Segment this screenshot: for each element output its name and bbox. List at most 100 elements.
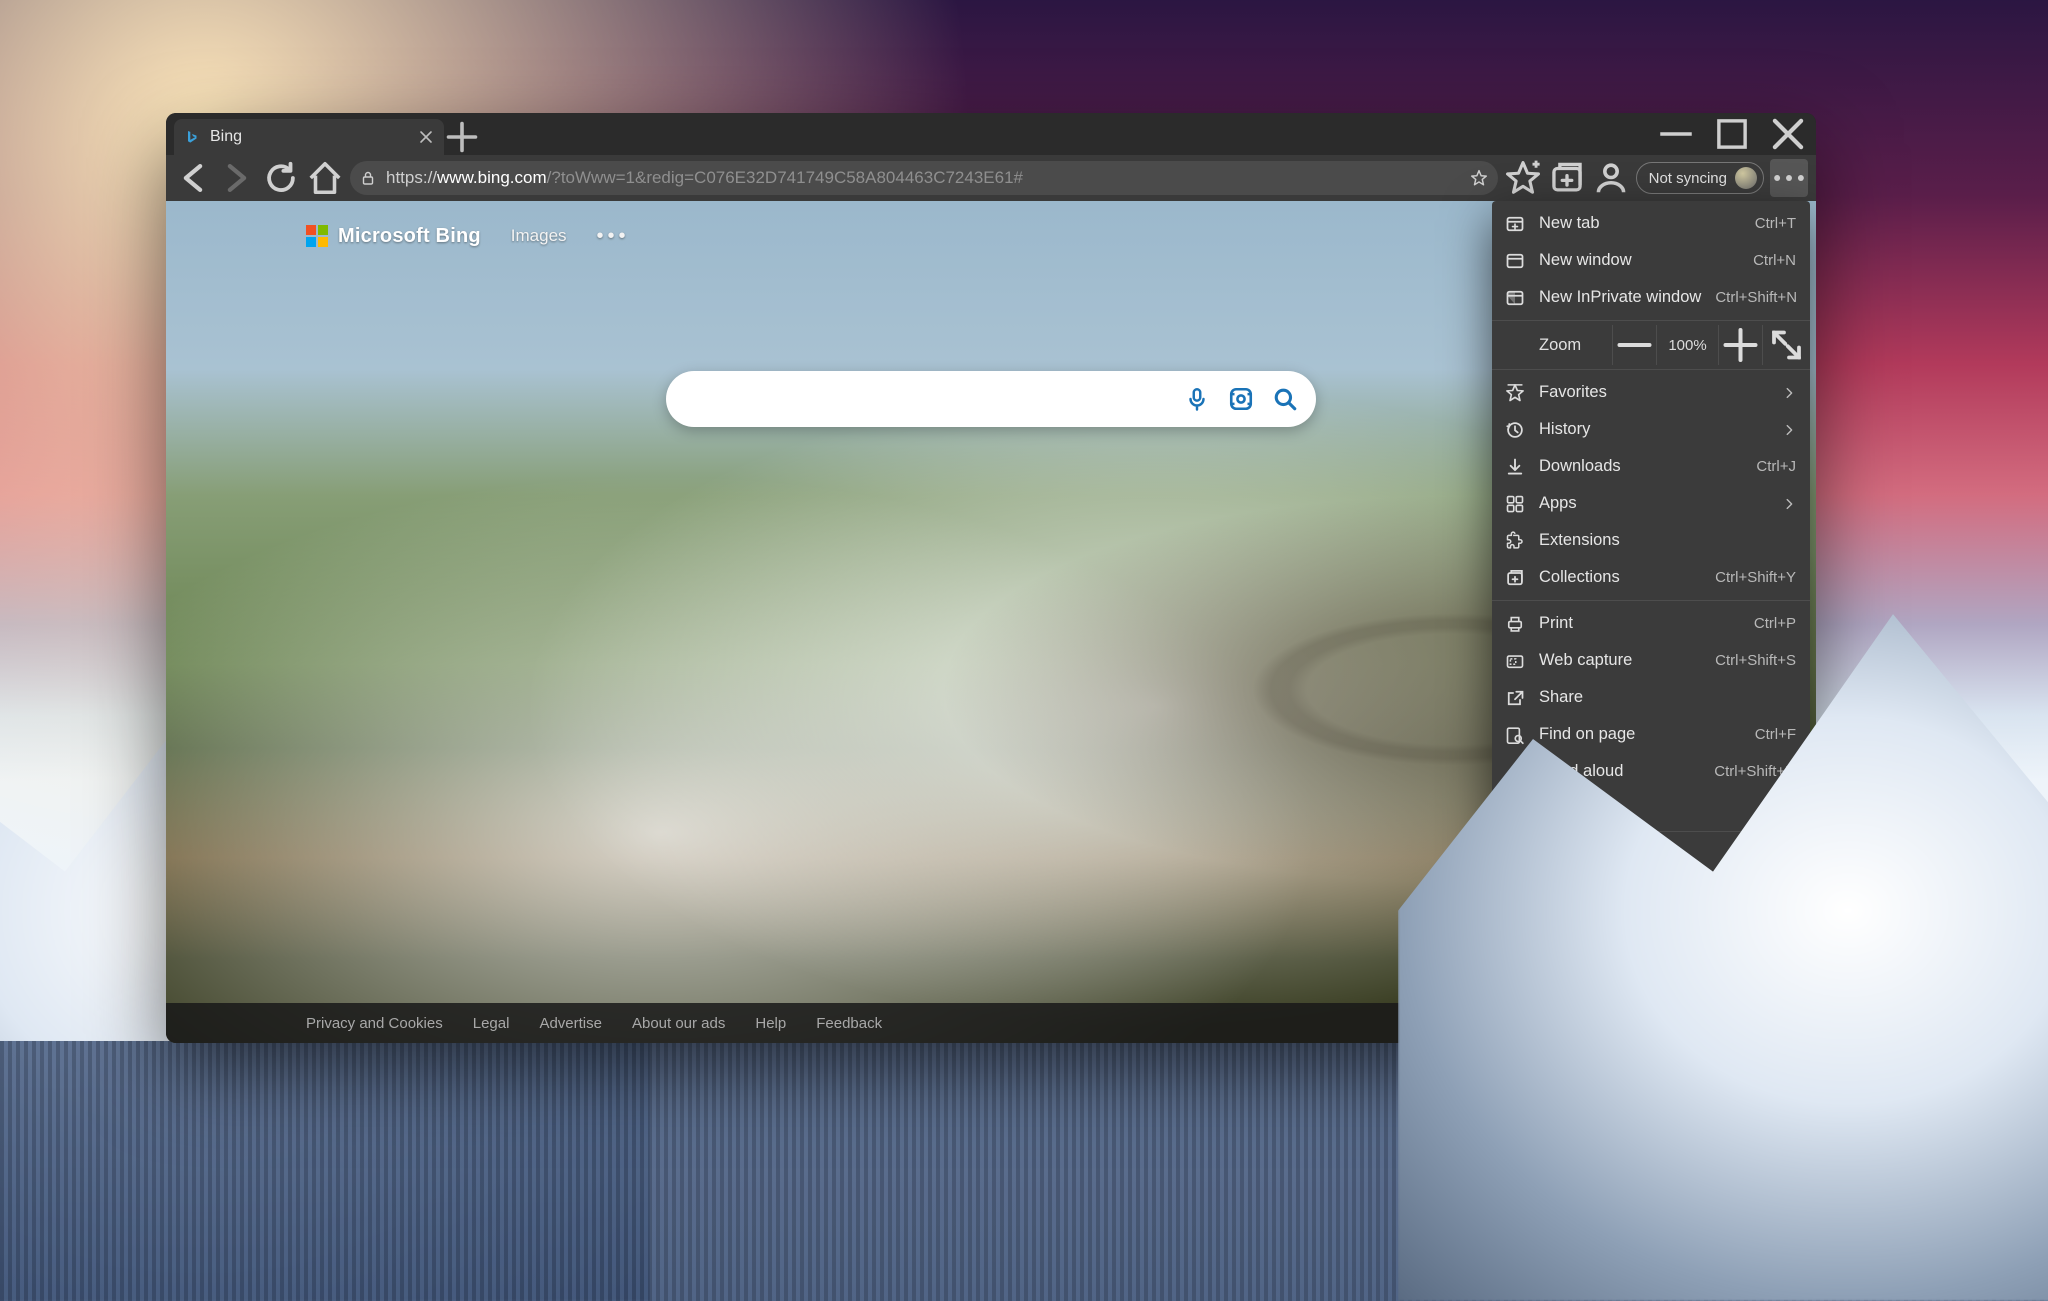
profile-avatar-icon [1735, 167, 1757, 189]
bing-search-input[interactable] [684, 388, 1166, 411]
menu-settings[interactable]: Settings [1492, 836, 1810, 873]
new-tab-button[interactable] [444, 119, 480, 155]
footer-link-legal[interactable]: Legal [473, 1015, 510, 1032]
tab-close-button[interactable] [418, 129, 434, 145]
menu-new-window[interactable]: New window Ctrl+N [1492, 242, 1810, 279]
favorites-icon [1505, 383, 1525, 403]
titlebar: Bing [166, 113, 1816, 155]
menu-print[interactable]: Print Ctrl+P [1492, 605, 1810, 642]
favorites-button[interactable] [1504, 159, 1542, 197]
settings-and-more-button[interactable] [1770, 159, 1808, 197]
menu-zoom-row: Zoom 100% [1492, 325, 1810, 365]
bing-images-link[interactable]: Images [511, 226, 567, 246]
menu-collections[interactable]: Collections Ctrl+Shift+Y [1492, 559, 1810, 596]
menu-separator [1492, 831, 1810, 832]
find-icon [1505, 725, 1525, 745]
zoom-out-button[interactable] [1612, 325, 1656, 365]
sync-status-label: Not syncing [1649, 170, 1727, 187]
window-close-button[interactable] [1760, 113, 1816, 155]
site-lock-icon [360, 170, 376, 186]
bing-image-info-button[interactable] [1648, 953, 1692, 993]
fullscreen-button[interactable] [1762, 325, 1810, 365]
menu-extensions[interactable]: Extensions [1492, 522, 1810, 559]
bing-footer: Privacy and Cookies Legal Advertise Abou… [166, 1003, 1816, 1043]
bing-favicon-icon [184, 129, 200, 145]
bing-brand-text: Microsoft Bing [338, 225, 481, 248]
download-icon [1505, 457, 1525, 477]
menu-downloads[interactable]: Downloads Ctrl+J [1492, 448, 1810, 485]
zoom-value: 100% [1656, 325, 1718, 365]
nav-refresh-button[interactable] [262, 159, 300, 197]
browser-toolbar: https://www.bing.com/?toWww=1&redig=C076… [166, 155, 1816, 201]
collections-button[interactable] [1548, 159, 1586, 197]
print-icon [1505, 614, 1525, 634]
history-icon [1505, 420, 1525, 440]
extensions-icon [1505, 531, 1525, 551]
bing-image-next-button[interactable] [1752, 953, 1796, 993]
window-controls [1648, 113, 1816, 155]
new-tab-icon [1505, 214, 1525, 234]
settings-and-more-menu: New tab Ctrl+T New window Ctrl+N New InP… [1492, 201, 1810, 960]
voice-search-icon[interactable] [1184, 386, 1210, 412]
menu-apps[interactable]: Apps [1492, 485, 1810, 522]
help-icon [1505, 882, 1525, 902]
microsoft-logo-icon [306, 225, 328, 247]
window-maximize-button[interactable] [1704, 113, 1760, 155]
menu-close-edge[interactable]: Close Microsoft Edge [1492, 919, 1810, 956]
bing-logo[interactable]: Microsoft Bing [306, 225, 481, 248]
window-minimize-button[interactable] [1648, 113, 1704, 155]
menu-new-tab[interactable]: New tab Ctrl+T [1492, 205, 1810, 242]
browser-tab-active[interactable]: Bing [174, 119, 444, 155]
inprivate-icon [1505, 288, 1525, 308]
footer-link-help[interactable]: Help [755, 1015, 786, 1032]
footer-copyright: © 2020 Microsoft [1662, 1015, 1776, 1032]
footer-link-aboutads[interactable]: About our ads [632, 1015, 725, 1032]
footer-link-privacy[interactable]: Privacy and Cookies [306, 1015, 443, 1032]
image-search-icon[interactable] [1228, 386, 1254, 412]
chevron-right-icon [1782, 386, 1796, 400]
read-aloud-icon [1505, 762, 1525, 782]
desktop-wallpaper-foreground [0, 1041, 2048, 1301]
collections-icon [1505, 568, 1525, 588]
menu-favorites[interactable]: Favorites [1492, 374, 1810, 411]
menu-read-aloud[interactable]: Read aloud Ctrl+Shift+U [1492, 753, 1810, 790]
menu-separator [1492, 914, 1810, 915]
menu-find-on-page[interactable]: Find on page Ctrl+F [1492, 716, 1810, 753]
address-bar[interactable]: https://www.bing.com/?toWww=1&redig=C076… [350, 161, 1498, 195]
bing-image-controls [1648, 953, 1796, 993]
footer-link-advertise[interactable]: Advertise [539, 1015, 602, 1032]
menu-separator [1492, 369, 1810, 370]
bing-search-bar[interactable] [666, 371, 1316, 427]
bing-image-prev-button[interactable] [1700, 953, 1744, 993]
menu-share[interactable]: Share [1492, 679, 1810, 716]
menu-separator [1492, 320, 1810, 321]
web-capture-icon [1505, 651, 1525, 671]
menu-history[interactable]: History [1492, 411, 1810, 448]
nav-home-button[interactable] [306, 159, 344, 197]
add-favorite-button[interactable] [1470, 169, 1488, 187]
footer-link-feedback[interactable]: Feedback [816, 1015, 882, 1032]
share-icon [1505, 688, 1525, 708]
menu-help-feedback[interactable]: Help and feedback [1492, 873, 1810, 910]
new-window-icon [1505, 251, 1525, 271]
profile-button[interactable] [1592, 159, 1630, 197]
nav-forward-button[interactable] [218, 159, 256, 197]
nav-back-button[interactable] [174, 159, 212, 197]
menu-separator [1492, 600, 1810, 601]
tab-title: Bing [210, 128, 408, 146]
bing-more-button[interactable]: ••• [597, 225, 630, 248]
edge-browser-window: Bing https://www.bing.com/?toWww=1&redig… [166, 113, 1816, 1043]
chevron-right-icon [1782, 802, 1796, 816]
search-submit-icon[interactable] [1272, 386, 1298, 412]
zoom-in-button[interactable] [1718, 325, 1762, 365]
chevron-right-icon [1782, 423, 1796, 437]
zoom-label: Zoom [1539, 336, 1612, 355]
menu-web-capture[interactable]: Web capture Ctrl+Shift+S [1492, 642, 1810, 679]
chevron-right-icon [1782, 497, 1796, 511]
menu-new-inprivate-window[interactable]: New InPrivate window Ctrl+Shift+N [1492, 279, 1810, 316]
menu-more-tools[interactable]: More tools [1492, 790, 1810, 827]
sync-status-pill[interactable]: Not syncing [1636, 162, 1764, 194]
apps-icon [1505, 494, 1525, 514]
address-url: https://www.bing.com/?toWww=1&redig=C076… [386, 168, 1460, 188]
chevron-right-icon [1782, 885, 1796, 899]
